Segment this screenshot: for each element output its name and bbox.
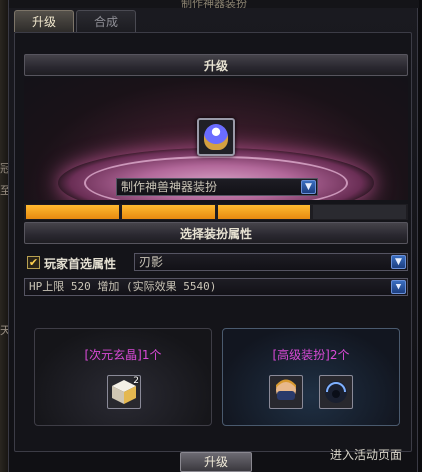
- upgrade-progress-bar: [24, 204, 408, 220]
- dark-helmet-icon[interactable]: [319, 375, 353, 409]
- masked-avatar-graphic: [276, 379, 296, 400]
- progress-segment: [217, 205, 311, 219]
- cube-material-icon[interactable]: 2: [107, 375, 141, 409]
- attribute-dropdown[interactable]: HP上限 520 增加 (实际效果 5540) ▼: [24, 278, 408, 296]
- upgrade-section-header: 升级: [24, 54, 408, 76]
- tab-upgrade[interactable]: 升级: [14, 10, 74, 32]
- material-card-left: [次元玄晶]1个 2: [34, 328, 212, 426]
- artifact-item-slot[interactable]: [197, 118, 235, 156]
- dark-helmet-graphic: [325, 381, 347, 403]
- progress-segment: [313, 205, 406, 219]
- material-title-left: [次元玄晶]1个: [84, 348, 162, 362]
- attribute-dropdown-value: HP上限 520 增加 (实际效果 5540): [29, 280, 217, 293]
- material-card-right: [高级装扮]2个: [222, 328, 400, 426]
- window-title: 制作神器装扮: [9, 0, 419, 8]
- item-selector-dropdown[interactable]: 制作神兽神器装扮 ▼: [116, 178, 318, 196]
- player-pref-value: 刃影: [139, 255, 164, 269]
- material-quantity: 2: [133, 376, 139, 386]
- dropdown-arrow-icon[interactable]: ▼: [391, 255, 406, 269]
- tab-synthesis[interactable]: 合成: [76, 10, 136, 32]
- artifact-item-icon: [204, 124, 228, 150]
- tab-bar: 升级 合成: [14, 10, 136, 32]
- progress-segment: [26, 205, 119, 219]
- dropdown-arrow-icon[interactable]: ▼: [391, 280, 406, 294]
- item-selector-value: 制作神兽神器装扮: [121, 180, 218, 194]
- checkbox-icon[interactable]: ✔: [27, 256, 40, 269]
- dropdown-arrow-icon[interactable]: ▼: [301, 180, 316, 194]
- material-title-right: [高级装扮]2个: [272, 348, 350, 362]
- attribute-section-header: 选择装扮属性: [24, 222, 408, 244]
- progress-segment: [121, 205, 215, 219]
- upgrade-button[interactable]: 升级: [180, 452, 252, 472]
- masked-avatar-icon[interactable]: [269, 375, 303, 409]
- event-page-link[interactable]: 进入活动页面: [330, 446, 402, 463]
- player-pref-label: 玩家首选属性: [44, 257, 117, 271]
- player-pref-row: ✔ 玩家首选属性 刃影 ▼: [24, 252, 408, 274]
- player-pref-dropdown[interactable]: 刃影 ▼: [134, 253, 408, 271]
